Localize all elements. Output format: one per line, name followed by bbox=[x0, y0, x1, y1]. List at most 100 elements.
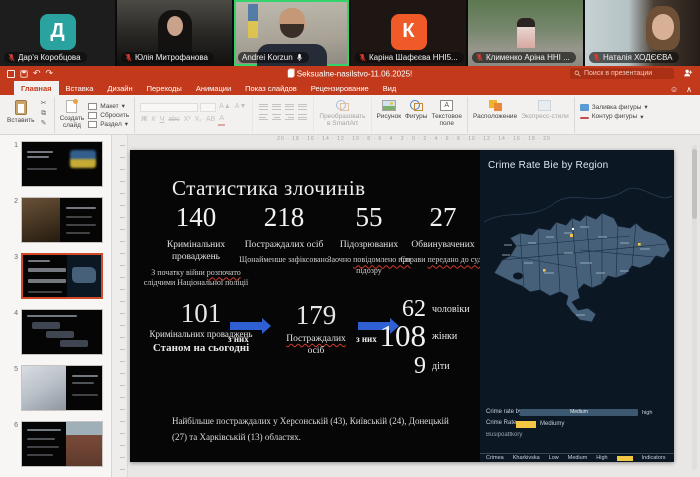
legend-slider[interactable]: Medium bbox=[520, 409, 638, 416]
textbox-button[interactable]: A Текстовое поле bbox=[431, 98, 462, 128]
tab-design[interactable]: Дизайн bbox=[100, 81, 139, 95]
breakdown-men-label: чоловіки bbox=[432, 304, 470, 315]
align-right-icon[interactable] bbox=[284, 113, 295, 122]
shape-fill-button[interactable]: Заливка фигуры ▾ bbox=[579, 103, 648, 111]
superscript-button[interactable]: X² bbox=[183, 115, 192, 125]
format-painter-icon[interactable]: ✎ bbox=[39, 120, 49, 128]
redo-icon[interactable]: ↷ bbox=[46, 69, 54, 78]
map-image bbox=[67, 255, 101, 297]
thumbnail-slide-3-selected[interactable]: 3 bbox=[6, 253, 111, 299]
avatar: К bbox=[390, 13, 427, 50]
picture-button[interactable]: Рисунок bbox=[377, 98, 401, 120]
breakdown-women-value: 108 bbox=[379, 318, 427, 353]
muted-mic-icon bbox=[8, 53, 15, 62]
indent-decrease-icon[interactable] bbox=[284, 102, 295, 111]
participant-name: Andrei Korzun bbox=[242, 53, 293, 62]
bold-button[interactable]: Ж bbox=[140, 115, 148, 125]
slide-canvas[interactable]: Статистика злочинів 140 Кримінальних про… bbox=[130, 150, 674, 462]
reset-button[interactable]: Сбросить bbox=[88, 111, 129, 119]
participant-name-badge: Каріна Шафєєва ННІ5... bbox=[355, 52, 464, 63]
breakdown-women-label: жінки bbox=[432, 331, 458, 342]
tab-view[interactable]: Вид bbox=[376, 81, 404, 95]
feedback-smiley-icon[interactable]: ☺ bbox=[670, 85, 678, 94]
share-user-icon[interactable] bbox=[683, 68, 693, 78]
convert-to-smartart-button[interactable]: Преобразовать в SmartArt bbox=[319, 98, 366, 128]
paste-icon bbox=[14, 100, 27, 115]
font-size-select[interactable] bbox=[200, 102, 217, 112]
layout-button[interactable]: Макет ▾ bbox=[88, 102, 129, 110]
align-left-icon[interactable] bbox=[258, 113, 269, 122]
character-spacing-button[interactable]: АВ bbox=[205, 115, 216, 125]
save-icon[interactable] bbox=[20, 69, 28, 78]
participant-tile-klymenko[interactable]: Клименко Аріна ННІ ... bbox=[468, 0, 583, 66]
vertical-ruler bbox=[112, 135, 128, 477]
subscript-button[interactable]: X₂ bbox=[194, 115, 203, 125]
textbox-icon: A bbox=[440, 100, 454, 111]
bullets-icon[interactable] bbox=[258, 102, 269, 111]
font-name-select[interactable] bbox=[140, 102, 199, 112]
ribbon-tab-bar: Главная Вставка Дизайн Переходы Анимации… bbox=[0, 81, 700, 95]
shape-fill-icon bbox=[579, 103, 589, 111]
participant-tile-natalia[interactable]: Наталія ХОДЄЄВА bbox=[585, 0, 700, 66]
quick-styles-icon bbox=[538, 100, 552, 111]
slide-thumbnail-panel: 1 2 3 4 5 6 bbox=[0, 135, 112, 477]
participant-tile-darya[interactable]: Д Дар'я Коробцова bbox=[0, 0, 115, 66]
muted-mic-icon bbox=[593, 53, 600, 62]
shrink-font-button[interactable]: A▼ bbox=[234, 102, 248, 112]
participant-name: Наталія ХОДЄЄВА bbox=[603, 53, 673, 62]
section-icon bbox=[88, 120, 98, 128]
copy-icon[interactable]: ⧉ bbox=[39, 110, 49, 118]
tab-animations[interactable]: Анимации bbox=[189, 81, 238, 95]
map-footer-legend: Crimea Kharkivska Low Medium High Indica… bbox=[480, 453, 674, 462]
participant-tile-andrei-speaking[interactable]: Andrei Korzun bbox=[234, 0, 349, 66]
font-group: A▲ A▼ Ж К Ч abc X² X₂ АВ А bbox=[135, 97, 254, 133]
slide-canvas-area: 20 · 18 · 16 · 14 · 12 · 10 · 8 · 6 · 4 … bbox=[128, 135, 700, 477]
flag-image bbox=[70, 150, 96, 168]
powerpoint-window: ↶ ↷ Seksualne-nasilstvo-11.06.2025! Поис… bbox=[0, 66, 700, 477]
shapes-button[interactable]: Фигуры bbox=[405, 98, 427, 120]
tab-insert[interactable]: Вставка bbox=[59, 81, 101, 95]
layout-icon bbox=[88, 102, 98, 110]
tab-slideshow[interactable]: Показ слайдов bbox=[238, 81, 304, 95]
strikethrough-button[interactable]: abc bbox=[167, 115, 180, 125]
search-input[interactable]: Поиск в презентации bbox=[570, 68, 674, 79]
section-button[interactable]: Раздел ▾ bbox=[88, 120, 129, 128]
paragraph-group bbox=[253, 97, 315, 133]
cut-icon[interactable]: ✂ bbox=[39, 100, 49, 108]
justify-icon[interactable] bbox=[297, 113, 308, 122]
tab-home[interactable]: Главная bbox=[14, 81, 59, 95]
shape-outline-button[interactable]: Контур фигуры ▾ bbox=[579, 113, 648, 121]
stat-accused: 27 Обвинувачених Справи передано до суду bbox=[400, 202, 486, 265]
new-slide-button[interactable]: Создать слайд bbox=[60, 98, 84, 130]
align-center-icon[interactable] bbox=[271, 113, 282, 122]
collapse-ribbon-icon[interactable]: ∧ bbox=[686, 85, 692, 94]
grow-font-button[interactable]: A▲ bbox=[218, 102, 232, 112]
paste-button[interactable]: Вставить bbox=[7, 98, 35, 124]
tab-review[interactable]: Рецензирование bbox=[304, 81, 376, 95]
undo-icon[interactable]: ↶ bbox=[33, 69, 41, 78]
thumbnail-slide-1[interactable]: 1 bbox=[6, 141, 111, 187]
title-bar: ↶ ↷ Seksualne-nasilstvo-11.06.2025! Поис… bbox=[0, 66, 700, 81]
underline-button[interactable]: Ч bbox=[159, 115, 166, 125]
document-icon bbox=[287, 69, 294, 78]
map-marker-kyiv bbox=[570, 234, 573, 237]
flow-arrow-1-label: з них bbox=[228, 334, 249, 344]
thumbnail-slide-4[interactable]: 4 bbox=[6, 309, 111, 355]
participant-name: Клименко Аріна ННІ ... bbox=[486, 53, 570, 62]
building-image bbox=[66, 422, 102, 466]
avatar: Д bbox=[39, 13, 76, 50]
indent-increase-icon[interactable] bbox=[297, 102, 308, 111]
quick-styles-button[interactable]: Экспресс-стили bbox=[521, 98, 569, 120]
thumbnail-slide-6[interactable]: 6 bbox=[6, 421, 111, 467]
numbering-icon[interactable] bbox=[271, 102, 282, 111]
tab-transitions[interactable]: Переходы bbox=[140, 81, 189, 95]
vertical-scrollbar[interactable] bbox=[692, 145, 697, 470]
participant-tile-karina[interactable]: К Каріна Шафєєва ННІ5... bbox=[351, 0, 466, 66]
arrange-button[interactable]: Расположение bbox=[473, 98, 517, 120]
italic-button[interactable]: К bbox=[151, 115, 157, 125]
thumbnail-slide-5[interactable]: 5 bbox=[6, 365, 111, 411]
participant-tile-yuliia[interactable]: Юлія Митрофанова bbox=[117, 0, 232, 66]
thumbnail-slide-2[interactable]: 2 bbox=[6, 197, 111, 243]
slides-group: Создать слайд Макет ▾ Сбросить Раздел ▾ bbox=[55, 97, 136, 133]
font-color-button[interactable]: А bbox=[218, 114, 226, 126]
